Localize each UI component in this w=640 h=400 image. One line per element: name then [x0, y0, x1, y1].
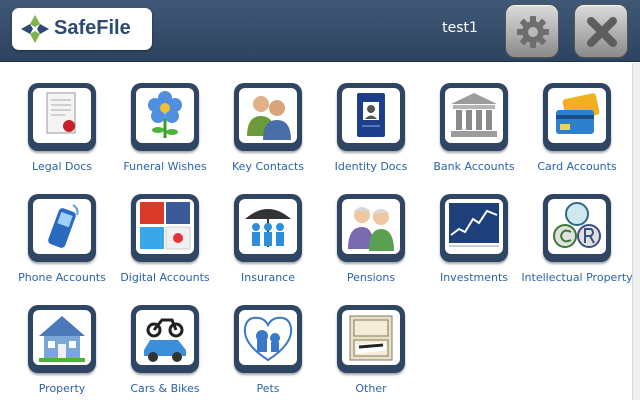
close-icon [587, 17, 617, 47]
tile-label: Property [38, 382, 86, 395]
trademark-copyright-icon [553, 202, 601, 248]
passport-icon [357, 93, 385, 137]
tile-intellectual-property[interactable]: Intellectual Property [521, 194, 633, 304]
tile-label: Key Contacts [232, 160, 304, 173]
close-button[interactable] [574, 4, 628, 58]
stock-chart-icon [449, 203, 499, 247]
flower-icon [148, 91, 182, 138]
tile-label: Legal Docs [32, 160, 92, 173]
vertical-scrollbar[interactable] [632, 63, 640, 400]
social-media-icon [140, 202, 191, 250]
filing-cabinet-icon [349, 315, 393, 361]
tile-label: Phone Accounts [18, 271, 106, 284]
tile-pensions[interactable]: Pensions [323, 194, 419, 304]
username-label: test1 [442, 20, 478, 36]
tile-bank-accounts[interactable]: Bank Accounts [426, 83, 522, 193]
tile-key-contacts[interactable]: Key Contacts [220, 83, 316, 193]
tile-other[interactable]: Other [323, 305, 419, 400]
brand-name: SafeFile [54, 17, 131, 39]
mobile-phone-icon [48, 204, 79, 248]
tile-label: Pensions [346, 271, 396, 284]
tile-label: Card Accounts [537, 160, 617, 173]
tile-funeral-wishes[interactable]: Funeral Wishes [117, 83, 213, 193]
tile-label: Funeral Wishes [123, 160, 207, 173]
tile-label: Investments [439, 271, 509, 284]
house-icon [39, 316, 85, 362]
tile-cars-bikes[interactable]: Cars & Bikes [117, 305, 213, 400]
app-header: SafeFile test1 [0, 0, 640, 62]
tile-property[interactable]: Property [14, 305, 110, 400]
tile-label: Digital Accounts [120, 271, 210, 284]
people-icon [247, 96, 291, 140]
settings-button[interactable] [505, 4, 559, 58]
car-motorbike-icon [144, 318, 186, 362]
tile-investments[interactable]: Investments [426, 194, 522, 304]
credit-cards-icon [556, 93, 600, 134]
tile-insurance[interactable]: Insurance [220, 194, 316, 304]
tile-legal-docs[interactable]: Legal Docs [14, 83, 110, 193]
tile-digital-accounts[interactable]: Digital Accounts [117, 194, 213, 304]
category-grid: Legal Docs Funeral Wishes Key Contacts I… [0, 63, 633, 400]
bank-icon [451, 93, 497, 137]
tile-pets[interactable]: Pets [220, 305, 316, 400]
legal-document-icon [46, 92, 76, 134]
tile-phone-accounts[interactable]: Phone Accounts [14, 194, 110, 304]
safefile-logo-icon [21, 15, 49, 43]
tile-label: Other [355, 382, 387, 395]
tile-label: Bank Accounts [433, 160, 515, 173]
safefile-logo: SafeFile [12, 8, 152, 50]
gear-icon [517, 16, 549, 48]
umbrella-people-icon [245, 209, 291, 247]
pets-icon [243, 316, 293, 362]
tile-label: Pets [256, 382, 280, 395]
tile-label: Cars & Bikes [130, 382, 200, 395]
tile-card-accounts[interactable]: Card Accounts [529, 83, 625, 193]
tile-label: Identity Docs [334, 160, 408, 173]
tile-identity-docs[interactable]: Identity Docs [323, 83, 419, 193]
tile-label: Intellectual Property [521, 271, 633, 284]
tile-label: Insurance [241, 271, 295, 284]
elderly-couple-icon [348, 207, 394, 251]
